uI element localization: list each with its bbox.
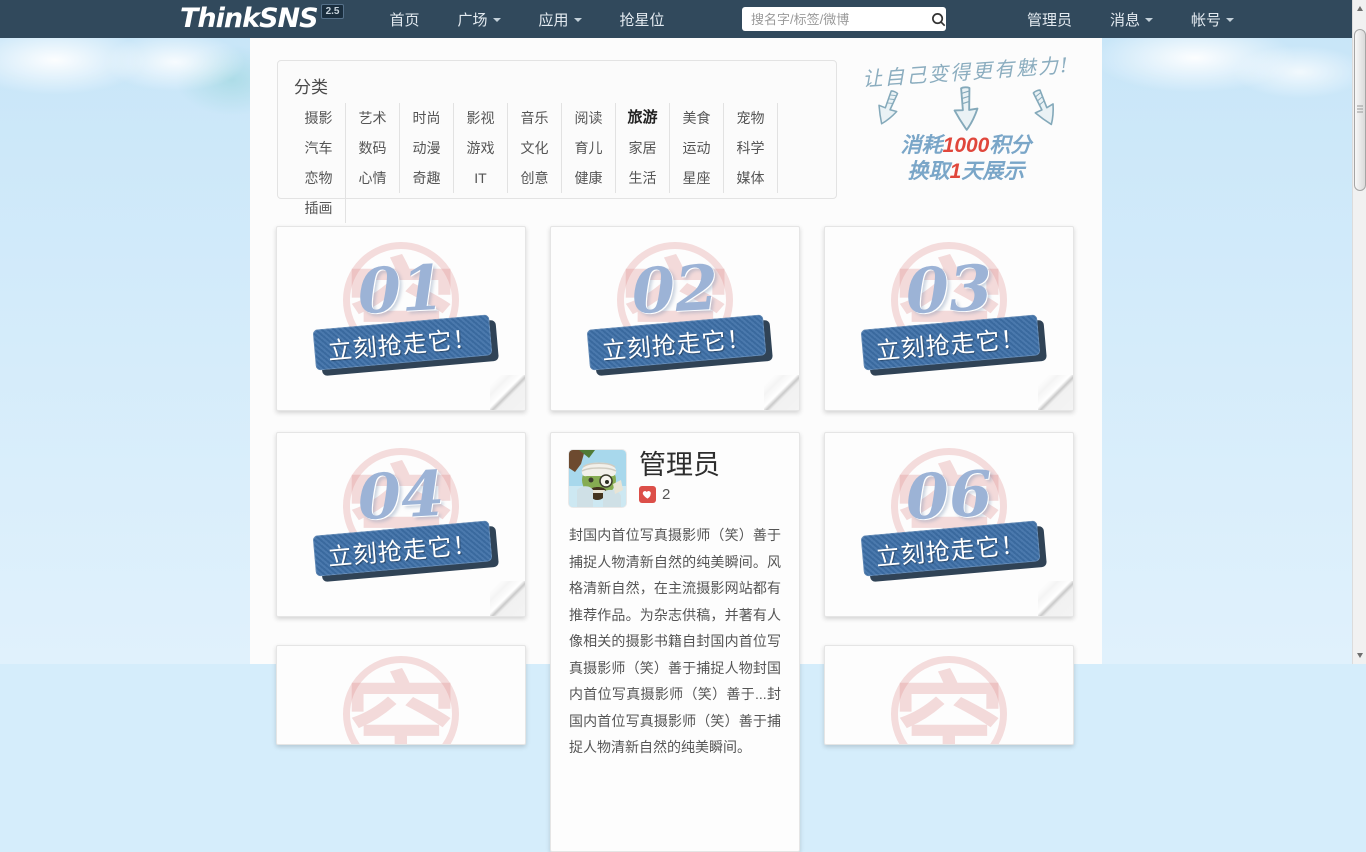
category-tag[interactable]: 奇趣 bbox=[400, 163, 454, 193]
category-tag[interactable]: 文化 bbox=[508, 133, 562, 163]
like-count: 2 bbox=[662, 486, 671, 503]
category-tag[interactable]: 星座 bbox=[670, 163, 724, 193]
category-tag[interactable]: 育儿 bbox=[562, 133, 616, 163]
category-tag[interactable]: 阅读 bbox=[562, 103, 616, 133]
category-tag[interactable]: 数码 bbox=[346, 133, 400, 163]
promo-reward-line: 换取1天展示 bbox=[907, 160, 1025, 183]
profile-header: 管理员 2 bbox=[569, 450, 781, 507]
thinksns-logo[interactable]: ThinkSNS 2.5 bbox=[180, 2, 345, 36]
sketch-arrow-down-icon bbox=[878, 90, 899, 125]
page-fold-corner bbox=[764, 375, 799, 410]
logo-text: ThinkSNS bbox=[180, 3, 319, 34]
star-slot-card-partial-left[interactable]: 空 bbox=[276, 645, 526, 745]
category-tag[interactable]: 科学 bbox=[724, 133, 778, 163]
category-tag[interactable]: 运动 bbox=[670, 133, 724, 163]
vertical-scrollbar[interactable] bbox=[1352, 0, 1366, 664]
profile-name[interactable]: 管理员 bbox=[639, 450, 720, 480]
category-tag[interactable]: 宠物 bbox=[724, 103, 778, 133]
nav-menu-item[interactable]: 应用 bbox=[520, 0, 601, 38]
promo-cost-line: 消耗1000积分 bbox=[900, 134, 1032, 157]
user-menu-item[interactable]: 帐号 bbox=[1172, 0, 1253, 38]
main-menu: 首页 广场 应用 抢星位 bbox=[370, 0, 683, 38]
category-tag[interactable]: 生活 bbox=[616, 163, 670, 193]
promo-banner: 让自己变得更有魅力! 消耗1000积分 换取1天展示 bbox=[843, 53, 1089, 185]
chevron-down-icon bbox=[1226, 18, 1235, 22]
nav-menu-item[interactable]: 广场 bbox=[438, 0, 519, 38]
user-menu-item[interactable]: 消息 bbox=[1091, 0, 1172, 38]
category-tag[interactable]: 艺术 bbox=[346, 103, 400, 133]
category-tag[interactable]: 时尚 bbox=[400, 103, 454, 133]
star-slot-card-1[interactable]: 空 01 立刻抢走它！ bbox=[276, 226, 526, 411]
search-input[interactable] bbox=[742, 11, 931, 27]
category-tag[interactable]: 影视 bbox=[454, 103, 508, 133]
category-tag[interactable]: 旅游 bbox=[616, 103, 670, 133]
promo-points-value: 1000 bbox=[942, 134, 990, 157]
category-tag[interactable]: 心情 bbox=[346, 163, 400, 193]
search-box bbox=[742, 7, 946, 31]
category-tag[interactable]: 摄影 bbox=[292, 103, 346, 133]
star-slot-card-3[interactable]: 空 03 立刻抢走它！ bbox=[824, 226, 1074, 411]
logo-version-badge: 2.5 bbox=[320, 4, 345, 19]
category-tag[interactable]: 家居 bbox=[616, 133, 670, 163]
page-fold-corner bbox=[490, 375, 525, 410]
arrow-down-icon bbox=[1357, 653, 1363, 658]
star-slot-card-2[interactable]: 空 02 立刻抢走它！ bbox=[550, 226, 800, 411]
category-tag[interactable]: 汽车 bbox=[292, 133, 346, 163]
avatar[interactable] bbox=[569, 450, 626, 507]
sketch-arrow-down-icon bbox=[953, 86, 979, 131]
empty-stamp-icon: 空 bbox=[891, 656, 1007, 744]
likes-row: 2 bbox=[639, 486, 720, 503]
category-tag[interactable]: 美食 bbox=[670, 103, 724, 133]
promo-arrows bbox=[843, 85, 1089, 133]
category-tag[interactable]: 恋物 bbox=[292, 163, 346, 193]
user-menu: 管理员 消息 帐号 bbox=[1008, 0, 1253, 38]
star-slot-card-6[interactable]: 空 06 立刻抢走它！ bbox=[824, 432, 1074, 617]
profile-head-text: 管理员 2 bbox=[639, 450, 720, 507]
nav-menu-item[interactable]: 抢星位 bbox=[601, 0, 684, 38]
occupied-star-card[interactable]: 管理员 2 封国内首位写真摄影师（笑）善于捕捉人物清新自然的纯美瞬间。风格清新自… bbox=[550, 432, 800, 852]
search-icon[interactable] bbox=[931, 7, 946, 31]
category-box: 分类 摄影 艺术 时尚 影视 音乐 阅读 旅游 美食 宠物汽车 数码 动漫 游戏 文化 育儿 家居 运动 科学恋… bbox=[277, 60, 837, 223]
page-fold-corner bbox=[1038, 375, 1073, 410]
category-tag[interactable]: 游戏 bbox=[454, 133, 508, 163]
category-tag[interactable]: 音乐 bbox=[508, 103, 562, 133]
chevron-down-icon bbox=[573, 18, 582, 22]
profile-bio: 封国内首位写真摄影师（笑）善于捕捉人物清新自然的纯美瞬间。风格清新自然，在主流摄… bbox=[569, 527, 781, 755]
category-title: 分类 bbox=[294, 78, 328, 97]
category-tag[interactable]: 动漫 bbox=[400, 133, 454, 163]
page-fold-corner bbox=[490, 581, 525, 616]
user-menu-item[interactable]: 管理员 bbox=[1008, 0, 1091, 38]
category-tag[interactable]: 插画 bbox=[292, 193, 346, 223]
arrow-up-icon bbox=[1357, 6, 1363, 11]
top-navbar: ThinkSNS 2.5 首页 广场 应用 抢星位 管理员 bbox=[0, 0, 1366, 38]
heart-icon[interactable] bbox=[639, 486, 656, 503]
sketch-arrow-down-icon bbox=[1032, 89, 1054, 126]
category-tag[interactable]: 健康 bbox=[562, 163, 616, 193]
scroll-up-button[interactable] bbox=[1353, 1, 1366, 16]
page-fold-corner bbox=[1038, 581, 1073, 616]
category-tag[interactable]: IT bbox=[454, 163, 508, 193]
empty-stamp-icon: 空 bbox=[343, 656, 459, 744]
star-slot-card-partial-right[interactable]: 空 bbox=[824, 645, 1074, 745]
category-tag[interactable]: 媒体 bbox=[724, 163, 778, 193]
category-list: 摄影 艺术 时尚 影视 音乐 阅读 旅游 美食 宠物汽车 数码 动漫 游戏 文化 育儿 家居 运动 科学恋物 心情… bbox=[278, 103, 836, 223]
scrollbar-thumb[interactable] bbox=[1354, 29, 1366, 191]
star-slot-card-4[interactable]: 空 04 立刻抢走它！ bbox=[276, 432, 526, 617]
scroll-down-button[interactable] bbox=[1353, 648, 1366, 663]
nav-menu-item[interactable]: 首页 bbox=[370, 0, 438, 38]
chevron-down-icon bbox=[492, 18, 501, 22]
category-tag[interactable]: 创意 bbox=[508, 163, 562, 193]
chevron-down-icon bbox=[1145, 18, 1154, 22]
promo-days-value: 1 bbox=[949, 160, 962, 183]
